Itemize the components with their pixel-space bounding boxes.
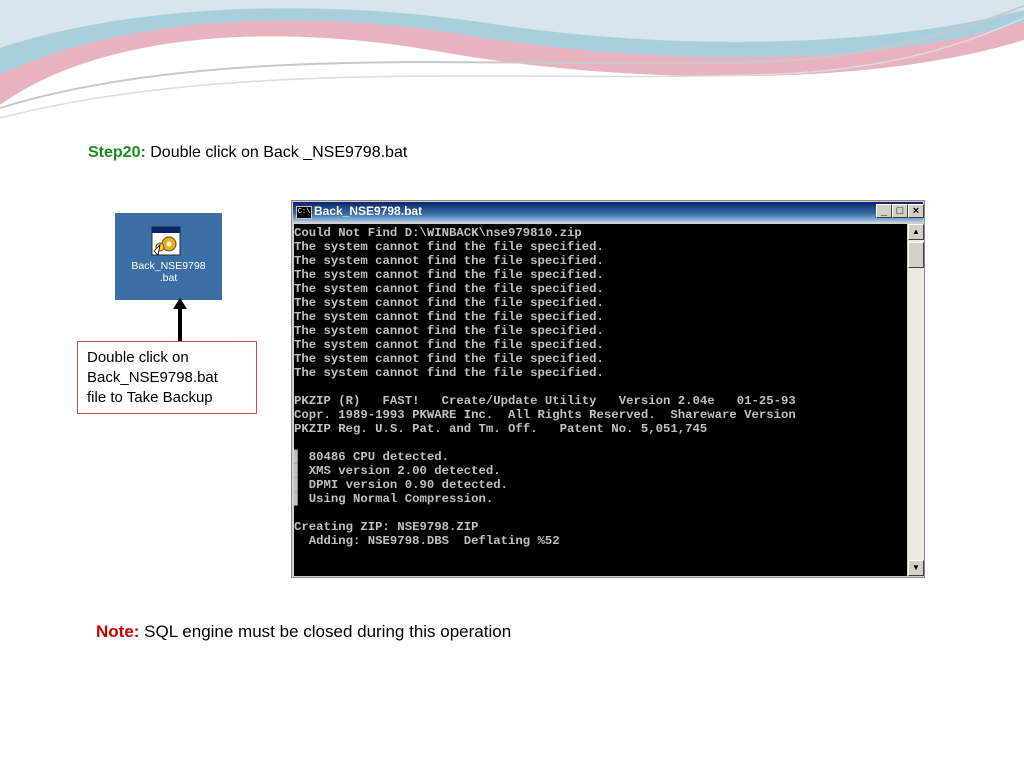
console-line: The system cannot find the file specifie… <box>294 254 604 268</box>
header-swoosh-decoration <box>0 0 1024 119</box>
console-line: PKZIP Reg. U.S. Pat. and Tm. Off. Patent… <box>294 422 708 436</box>
callout-box: Double click on Back_NSE9798.batfile to T… <box>77 341 257 414</box>
note-body: SQL engine must be closed during this op… <box>139 622 512 641</box>
vertical-scrollbar[interactable]: ▲ ▼ <box>908 224 924 576</box>
console-line: The system cannot find the file specifie… <box>294 282 604 296</box>
console-line: The system cannot find the file specifie… <box>294 296 604 310</box>
command-prompt-window[interactable]: C:\ Back_NSE9798.bat _ □ × Could Not Fin… <box>291 200 925 578</box>
console-line: The system cannot find the file specifie… <box>294 310 604 324</box>
desktop-icon-label: Back_NSE9798 .bat <box>115 260 222 284</box>
console-line: ▌ Using Normal Compression. <box>294 492 494 506</box>
window-title: Back_NSE9798.bat <box>314 204 423 218</box>
console-line: ▌ XMS version 2.00 detected. <box>294 464 501 478</box>
desktop-icon-label-line2: .bat <box>159 272 178 284</box>
console-line: The system cannot find the file specifie… <box>294 338 604 352</box>
step-instruction: Step20: Double click on Back _NSE9798.ba… <box>88 144 407 162</box>
callout-line1: Double click on <box>87 349 189 366</box>
console-line: The system cannot find the file specifie… <box>294 324 604 338</box>
console-line: Copr. 1989-1993 PKWARE Inc. All Rights R… <box>294 408 796 422</box>
maximize-button[interactable]: □ <box>892 204 908 218</box>
console-line: ▌ DPMI version 0.90 detected. <box>294 478 509 492</box>
note-label: Note: <box>96 622 140 641</box>
console-line: PKZIP (R) FAST! Create/Update Utility Ve… <box>294 394 796 408</box>
callout-line2: Back_NSE9798.bat <box>87 369 218 386</box>
desktop-icon-label-line1: Back_NSE9798 <box>131 260 206 272</box>
batch-file-icon[interactable] <box>150 225 182 257</box>
console-line: The system cannot find the file specifie… <box>294 240 604 254</box>
console-line: The system cannot find the file specifie… <box>294 366 604 380</box>
close-button[interactable]: × <box>908 204 924 218</box>
callout-line3: file to Take Backup <box>87 389 213 406</box>
console-line: Adding: NSE9798.DBS Deflating %52 <box>294 534 560 548</box>
console-line: Creating ZIP: NSE9798.ZIP <box>294 520 479 534</box>
arrow-up-icon <box>173 298 187 343</box>
note-text: Note: SQL engine must be closed during t… <box>96 622 511 642</box>
console-line: Could Not Find D:\WINBACK\nse979810.zip <box>294 226 582 240</box>
console-line: ▌ 80486 CPU detected. <box>294 450 449 464</box>
step-text: Double click on Back _NSE9798.bat <box>145 144 408 161</box>
step-label: Step20: <box>88 144 146 161</box>
minimize-button[interactable]: _ <box>876 204 892 218</box>
window-titlebar[interactable]: C:\ Back_NSE9798.bat _ □ × <box>293 202 924 222</box>
console-output[interactable]: Could Not Find D:\WINBACK\nse979810.zip T… <box>294 224 907 576</box>
console-text: Could Not Find D:\WINBACK\nse979810.zip T… <box>294 224 907 548</box>
console-icon: C:\ <box>296 206 312 219</box>
scroll-up-button[interactable]: ▲ <box>908 224 924 240</box>
console-line: The system cannot find the file specifie… <box>294 352 604 366</box>
desktop-area: Back_NSE9798 .bat <box>115 213 222 300</box>
scroll-thumb[interactable] <box>908 242 924 268</box>
console-line: The system cannot find the file specifie… <box>294 268 604 282</box>
batch-file-gear-icon <box>151 226 181 256</box>
scroll-down-button[interactable]: ▼ <box>908 560 924 576</box>
